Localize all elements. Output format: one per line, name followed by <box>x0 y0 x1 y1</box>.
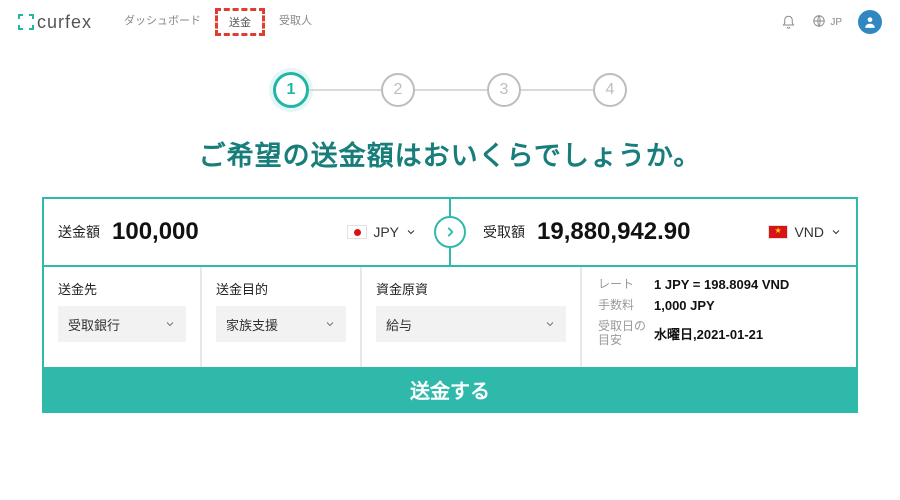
chevron-down-icon <box>544 318 556 330</box>
progress-steps: 1 2 3 4 <box>0 72 900 108</box>
destination-col: 送金先 受取銀行 <box>44 267 202 367</box>
japan-flag-icon <box>347 225 367 239</box>
purpose-label: 送金目的 <box>216 279 346 298</box>
rate-value: 1 JPY = 198.8094 VND <box>654 277 789 292</box>
receive-amount-value[interactable]: 19,880,942.90 <box>537 218 756 246</box>
source-value: 給与 <box>386 315 412 334</box>
logo-mark-icon <box>18 14 34 30</box>
step-4[interactable]: 4 <box>593 73 627 107</box>
logo[interactable]: curfex <box>18 12 92 33</box>
step-connector <box>415 89 487 91</box>
rate-row: レート 1 JPY = 198.8094 VND <box>598 277 840 292</box>
send-amount-box: 送金額 100,000 JPY <box>44 199 431 265</box>
receive-amount-label: 受取額 <box>483 222 525 242</box>
transfer-card: 送金額 100,000 JPY 受取額 19,880,942.90 VND <box>42 197 858 413</box>
top-nav: ダッシュボード 送金 受取人 <box>124 12 312 32</box>
step-1[interactable]: 1 <box>273 72 309 108</box>
step-2[interactable]: 2 <box>381 73 415 107</box>
eta-label: 受取日の目安 <box>598 319 646 348</box>
nav-recipients[interactable]: 受取人 <box>279 12 312 32</box>
options-row: 送金先 受取銀行 送金目的 家族支援 資金原資 給与 レート 1 JPY = 1… <box>44 265 856 367</box>
language-switch[interactable]: JP <box>812 14 842 31</box>
direction-arrow <box>431 199 469 265</box>
purpose-select[interactable]: 家族支援 <box>216 306 346 342</box>
fee-value: 1,000 JPY <box>654 298 715 313</box>
rate-label: レート <box>598 277 646 291</box>
language-label: JP <box>830 17 842 28</box>
summary-col: レート 1 JPY = 198.8094 VND 手数料 1,000 JPY 受… <box>582 267 856 367</box>
arrow-right-icon <box>434 216 466 248</box>
send-currency-code: JPY <box>373 224 399 240</box>
fee-row: 手数料 1,000 JPY <box>598 298 840 313</box>
nav-transfer[interactable]: 送金 <box>223 12 257 32</box>
chevron-down-icon <box>405 226 417 238</box>
destination-select[interactable]: 受取銀行 <box>58 306 186 342</box>
source-col: 資金原資 給与 <box>362 267 582 367</box>
brand-text: curfex <box>37 12 92 33</box>
destination-value: 受取銀行 <box>68 315 120 334</box>
send-amount-value[interactable]: 100,000 <box>112 218 335 246</box>
purpose-value: 家族支援 <box>226 315 278 334</box>
chevron-down-icon <box>830 226 842 238</box>
send-currency-select[interactable]: JPY <box>347 224 417 240</box>
receive-currency-select[interactable]: VND <box>768 224 842 240</box>
step-connector <box>521 89 593 91</box>
bell-icon[interactable] <box>781 15 796 30</box>
eta-value: 水曜日,2021-01-21 <box>654 324 763 343</box>
header: curfex ダッシュボード 送金 受取人 JP <box>0 0 900 44</box>
receive-amount-box: 受取額 19,880,942.90 VND <box>469 199 856 265</box>
step-3[interactable]: 3 <box>487 73 521 107</box>
vietnam-flag-icon <box>768 225 788 239</box>
eta-row: 受取日の目安 水曜日,2021-01-21 <box>598 319 840 348</box>
nav-dashboard[interactable]: ダッシュボード <box>124 12 201 32</box>
purpose-col: 送金目的 家族支援 <box>202 267 362 367</box>
destination-label: 送金先 <box>58 279 186 298</box>
submit-button[interactable]: 送金する <box>44 367 856 411</box>
receive-currency-code: VND <box>794 224 824 240</box>
chevron-down-icon <box>164 318 176 330</box>
source-select[interactable]: 給与 <box>376 306 566 342</box>
step-connector <box>309 89 381 91</box>
fee-label: 手数料 <box>598 298 646 312</box>
amount-row: 送金額 100,000 JPY 受取額 19,880,942.90 VND <box>44 199 856 265</box>
header-right: JP <box>781 10 882 34</box>
chevron-down-icon <box>324 318 336 330</box>
source-label: 資金原資 <box>376 279 566 298</box>
page-title: ご希望の送金額はおいくらでしょうか。 <box>0 134 900 173</box>
send-amount-label: 送金額 <box>58 222 100 242</box>
globe-icon <box>812 14 826 31</box>
avatar[interactable] <box>858 10 882 34</box>
